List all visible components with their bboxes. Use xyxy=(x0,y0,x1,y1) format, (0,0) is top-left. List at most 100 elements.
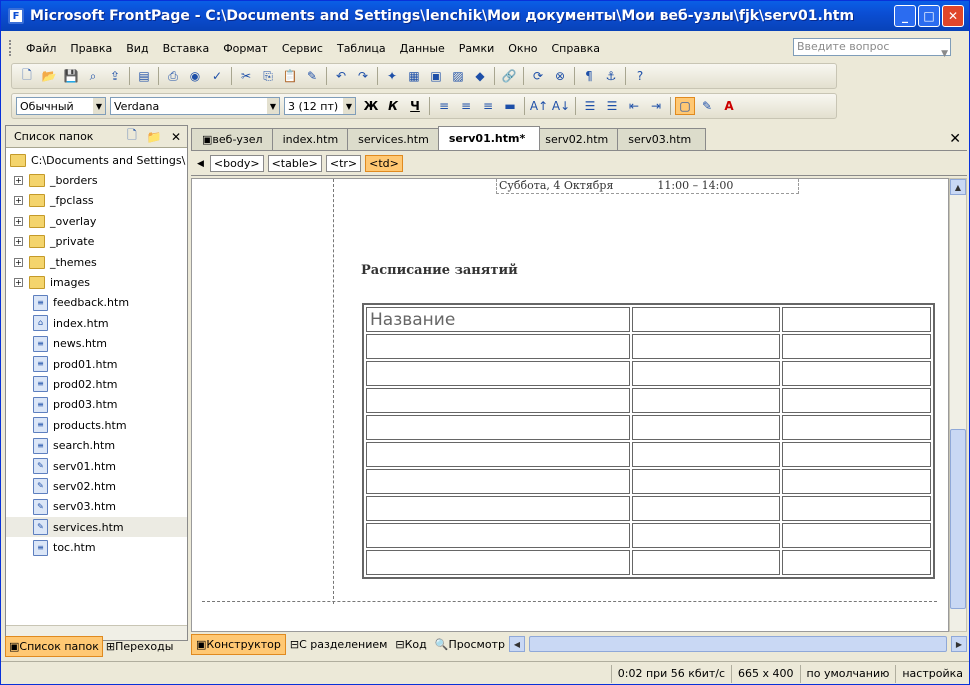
table-cell[interactable] xyxy=(366,523,630,548)
split-mode-button[interactable]: ⊟ С разделением xyxy=(286,635,392,654)
tab-navigation[interactable]: ⊞ Переходы xyxy=(103,637,177,656)
tree-item-index[interactable]: ⌂ index.htm xyxy=(6,313,187,333)
tree-item-themes[interactable]: + _themes xyxy=(6,252,187,272)
underline-button[interactable]: Ч xyxy=(405,97,425,115)
table-cell[interactable] xyxy=(631,442,781,467)
table-cell[interactable] xyxy=(631,523,781,548)
align-center-icon[interactable]: ≡ xyxy=(456,97,476,115)
menu-tools[interactable]: Сервис xyxy=(275,40,330,57)
table-cell[interactable] xyxy=(782,388,931,413)
tree-item-toc[interactable]: ≡ toc.htm xyxy=(6,537,187,557)
tag-td[interactable]: <td> xyxy=(365,155,403,172)
hyperlink-icon[interactable]: 🔗 xyxy=(499,67,519,85)
table-cell[interactable] xyxy=(631,334,781,359)
scrollbar-thumb[interactable] xyxy=(950,429,966,609)
tab-serv03[interactable]: serv03.htm xyxy=(617,128,707,150)
highlight-icon[interactable]: ✎ xyxy=(697,97,717,115)
bold-button[interactable]: Ж xyxy=(361,97,381,115)
anchor-icon[interactable]: ⚓ xyxy=(601,67,621,85)
menu-edit[interactable]: Правка xyxy=(63,40,119,57)
insert-table-icon[interactable]: ▦ xyxy=(404,67,424,85)
expand-icon[interactable]: + xyxy=(14,278,23,288)
tree-item-images[interactable]: + images xyxy=(6,272,187,292)
code-mode-button[interactable]: ⊟ Код xyxy=(391,635,430,654)
tag-body[interactable]: <body> xyxy=(209,155,264,172)
paste-icon[interactable]: 📋 xyxy=(280,67,300,85)
table-cell[interactable] xyxy=(782,550,931,575)
tree-item-private[interactable]: + _private xyxy=(6,232,187,252)
web-component-icon[interactable]: ✦ xyxy=(382,67,402,85)
tag-table[interactable]: <table> xyxy=(267,155,322,172)
table-cell[interactable] xyxy=(631,361,781,386)
tree-item-serv02[interactable]: ✎ serv02.htm xyxy=(6,476,187,496)
borders-icon[interactable]: ▢ xyxy=(675,97,695,115)
table-cell[interactable] xyxy=(782,442,931,467)
page-size[interactable]: 665 x 400 xyxy=(731,664,800,683)
maximize-button[interactable]: □ xyxy=(918,5,940,27)
increase-font-icon[interactable]: A↑ xyxy=(529,97,549,115)
insert-picture-icon[interactable]: ▨ xyxy=(448,67,468,85)
insert-layer-icon[interactable]: ▣ xyxy=(426,67,446,85)
search-icon[interactable]: ⌕ xyxy=(83,67,103,85)
cut-icon[interactable]: ✂ xyxy=(236,67,256,85)
menu-file[interactable]: Файл xyxy=(19,40,63,57)
menu-window[interactable]: Окно xyxy=(501,40,544,57)
table-cell[interactable] xyxy=(782,496,931,521)
tab-folder-list[interactable]: ▣ Список папок xyxy=(5,635,103,657)
table-cell[interactable] xyxy=(631,307,781,332)
numbering-icon[interactable]: ☰ xyxy=(580,97,600,115)
tab-serv02[interactable]: serv02.htm xyxy=(534,128,624,150)
tree-item-prod02[interactable]: ≡ prod02.htm xyxy=(6,374,187,394)
table-cell[interactable] xyxy=(366,550,630,575)
close-window-button[interactable]: ✕ xyxy=(942,5,964,27)
table-cell[interactable] xyxy=(366,469,630,494)
chevron-left-icon[interactable]: ◀ xyxy=(197,159,204,169)
tab-website[interactable]: ▣ веб-узел xyxy=(191,128,278,150)
table-cell[interactable] xyxy=(366,388,630,413)
horizontal-scrollbar[interactable] xyxy=(528,636,947,652)
format-painter-icon[interactable]: ✎ xyxy=(302,67,322,85)
expand-icon[interactable]: + xyxy=(14,216,23,226)
chevron-down-icon[interactable]: ▼ xyxy=(343,98,355,114)
minimize-button[interactable]: _ xyxy=(894,5,916,27)
ask-question-input[interactable]: Введите вопрос ▼ xyxy=(793,38,951,59)
tree-item-borders[interactable]: + _borders xyxy=(6,170,187,190)
menu-view[interactable]: Вид xyxy=(119,40,155,57)
table-cell-header[interactable]: Название xyxy=(366,307,630,332)
close-icon[interactable]: ✕ xyxy=(949,131,961,147)
tree-item-services[interactable]: ✎ services.htm xyxy=(6,517,187,538)
decrease-font-icon[interactable]: A↓ xyxy=(551,97,571,115)
table-cell[interactable] xyxy=(366,415,630,440)
size-select[interactable]: 3 (12 пт) ▼ xyxy=(284,97,356,115)
table-cell[interactable] xyxy=(366,361,630,386)
vertical-scrollbar[interactable]: ▲ xyxy=(949,178,967,632)
chevron-down-icon[interactable]: ▼ xyxy=(267,98,279,114)
expand-icon[interactable]: + xyxy=(14,176,23,186)
stop-icon[interactable]: ⊗ xyxy=(550,67,570,85)
bullets-icon[interactable]: ☰ xyxy=(602,97,622,115)
expand-icon[interactable]: + xyxy=(14,237,23,247)
table-cell[interactable] xyxy=(782,469,931,494)
table-cell[interactable] xyxy=(782,415,931,440)
refresh-icon[interactable]: ⟳ xyxy=(528,67,548,85)
close-pane-icon[interactable]: ✕ xyxy=(166,128,186,146)
scroll-up-icon[interactable]: ▲ xyxy=(950,179,966,195)
spelling-icon[interactable]: ✓ xyxy=(207,67,227,85)
table-cell[interactable] xyxy=(366,496,630,521)
table-cell[interactable] xyxy=(782,523,931,548)
table-cell[interactable] xyxy=(782,307,931,332)
table-cell[interactable] xyxy=(782,334,931,359)
undo-icon[interactable]: ↶ xyxy=(331,67,351,85)
new-page-icon[interactable]: 🗋 xyxy=(122,128,142,146)
show-all-icon[interactable]: ¶ xyxy=(579,67,599,85)
ask-dropdown-icon[interactable]: ▼ xyxy=(941,46,948,62)
font-select[interactable]: Verdana ▼ xyxy=(110,97,280,115)
table-cell[interactable] xyxy=(631,469,781,494)
tree-item-fpclass[interactable]: + _fpclass xyxy=(6,191,187,211)
tab-index[interactable]: index.htm xyxy=(271,128,354,150)
menu-insert[interactable]: Вставка xyxy=(156,40,217,57)
design-view[interactable]: Суббота, 4 Октября 11:00 – 14:00 Расписан… xyxy=(191,178,949,632)
tree-item-serv01[interactable]: ✎ serv01.htm xyxy=(6,456,187,476)
expand-icon[interactable]: + xyxy=(14,196,23,206)
design-mode-button[interactable]: ▣ Конструктор xyxy=(191,633,286,655)
